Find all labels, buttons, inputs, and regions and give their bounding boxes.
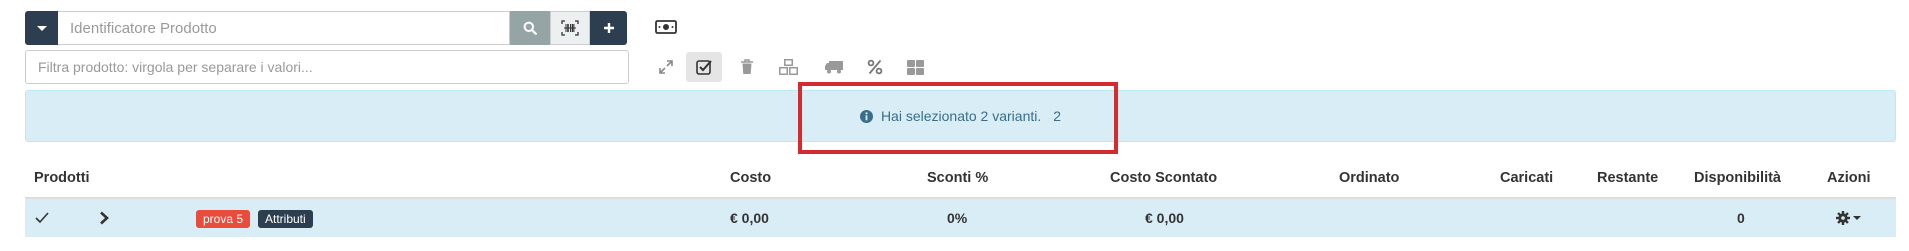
header-actions: Azioni bbox=[1827, 170, 1871, 186]
cell-discounted-cost: € 0,00 bbox=[1145, 210, 1184, 226]
plus-icon bbox=[603, 23, 614, 33]
cubes-icon bbox=[779, 59, 798, 75]
add-product-button[interactable] bbox=[590, 11, 627, 45]
percent-icon bbox=[867, 59, 883, 75]
row-select-checkbox[interactable] bbox=[35, 211, 49, 228]
truck-icon bbox=[825, 61, 843, 74]
dropdown-toggle-button[interactable] bbox=[25, 11, 58, 45]
barcode-scan-icon bbox=[561, 20, 579, 36]
delete-button[interactable] bbox=[729, 52, 765, 82]
caret-down-icon bbox=[1853, 216, 1861, 220]
product-filter-input[interactable] bbox=[25, 50, 629, 84]
grid-icon bbox=[906, 59, 924, 75]
grid-view-button[interactable] bbox=[897, 52, 933, 82]
row-actions-button[interactable] bbox=[1836, 211, 1861, 225]
check-icon bbox=[35, 212, 49, 224]
money-icon bbox=[655, 20, 677, 34]
shipping-button[interactable] bbox=[816, 52, 852, 82]
search-button[interactable] bbox=[510, 11, 550, 45]
money-button[interactable] bbox=[654, 16, 678, 38]
caret-down-icon bbox=[36, 25, 47, 31]
discount-button[interactable] bbox=[857, 52, 893, 82]
trash-icon bbox=[741, 59, 753, 74]
highlight-box bbox=[798, 82, 1118, 154]
header-loaded[interactable]: Caricati bbox=[1500, 170, 1553, 186]
select-all-button[interactable] bbox=[686, 52, 722, 82]
header-products[interactable]: Prodotti bbox=[34, 170, 90, 186]
cell-discount: 0% bbox=[947, 210, 968, 226]
chevron-right-icon bbox=[100, 211, 109, 225]
row-expand-button[interactable] bbox=[99, 211, 109, 229]
expand-button[interactable] bbox=[648, 52, 684, 82]
barcode-scan-button[interactable] bbox=[550, 11, 590, 45]
check-square-icon bbox=[695, 60, 712, 75]
header-discounted-cost[interactable]: Costo Scontato bbox=[1110, 170, 1217, 186]
product-name-label[interactable]: prova 5 bbox=[196, 210, 251, 228]
cell-availability: 0 bbox=[1737, 210, 1745, 226]
product-identifier-input[interactable] bbox=[58, 11, 510, 45]
header-cost[interactable]: Costo bbox=[730, 170, 771, 186]
cog-icon bbox=[1836, 211, 1850, 225]
header-ordered[interactable]: Ordinato bbox=[1339, 170, 1399, 186]
header-remaining[interactable]: Restante bbox=[1597, 170, 1658, 186]
search-icon bbox=[523, 21, 537, 35]
stock-button[interactable] bbox=[771, 52, 807, 82]
header-discounts[interactable]: Sconti % bbox=[927, 170, 988, 186]
attributes-label[interactable]: Attributi bbox=[258, 210, 313, 228]
header-availability[interactable]: Disponibilità bbox=[1694, 170, 1781, 186]
expand-icon bbox=[659, 60, 673, 74]
cell-cost: € 0,00 bbox=[730, 210, 769, 226]
